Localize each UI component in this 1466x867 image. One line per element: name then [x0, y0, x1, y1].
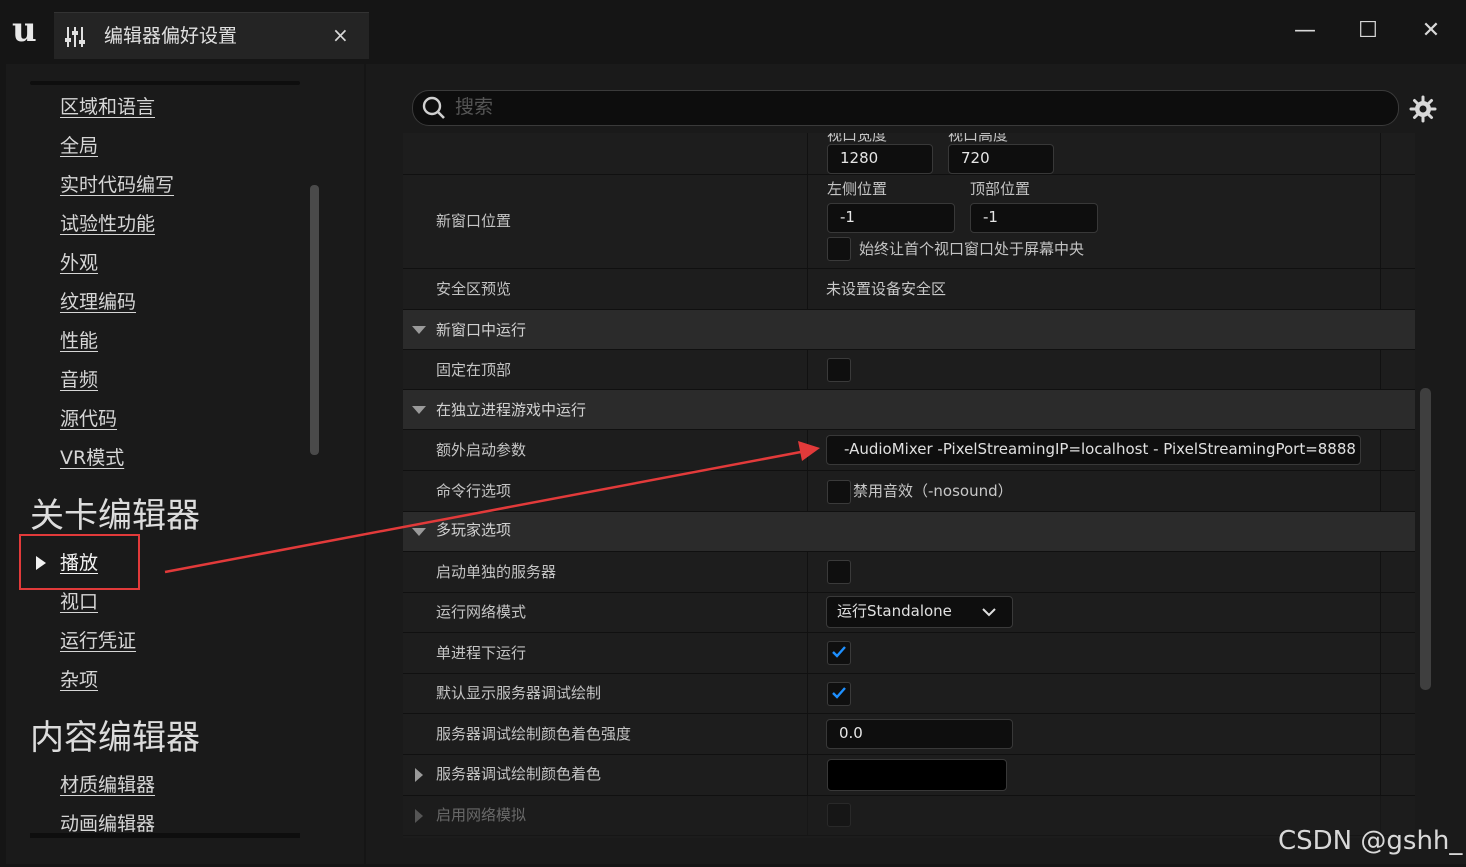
collapse-arrow-icon[interactable] [412, 528, 426, 536]
checkmark-icon [832, 646, 846, 658]
viewport-height-field[interactable]: 720 [948, 144, 1054, 174]
search-box[interactable]: 搜索 [412, 90, 1399, 126]
nav-item-experimental[interactable]: 试验性功能 [60, 211, 155, 237]
nav-item-viewport[interactable]: 视口 [60, 589, 98, 615]
category-standalone-label: 在独立进程游戏中运行 [436, 401, 587, 419]
nav-item-texture-encoding[interactable]: 纹理编码 [60, 289, 136, 315]
nav-item-performance[interactable]: 性能 [60, 328, 98, 354]
row-launch-server: 启动单独的服务器 [403, 552, 1415, 593]
launch-server-label: 启动单独的服务器 [436, 563, 557, 581]
details-scrollbar[interactable] [1420, 388, 1431, 690]
collapse-arrow-icon[interactable] [412, 406, 426, 414]
divider [30, 833, 300, 838]
launch-server-checkbox[interactable] [827, 560, 851, 584]
sliders-icon [64, 25, 90, 49]
net-mode-dropdown[interactable]: 运行Standalone [826, 596, 1013, 628]
nav-item-material-editor[interactable]: 材质编辑器 [60, 772, 155, 798]
row-tint-color: 服务器调试绘制颜色着色 [403, 755, 1415, 796]
left-position-field[interactable]: -1 [827, 203, 955, 233]
selected-arrow-icon [36, 556, 46, 570]
center-window-label: 始终让首个视口窗口处于屏幕中央 [859, 240, 1085, 258]
viewport-width-field[interactable]: 1280 [827, 144, 933, 174]
search-input[interactable]: 搜索 [455, 93, 493, 121]
single-process-checkbox[interactable] [827, 641, 851, 665]
safe-zone-label: 安全区预览 [436, 280, 512, 298]
net-mode-label: 运行网络模式 [436, 603, 527, 621]
always-on-top-label: 固定在顶部 [436, 361, 512, 379]
nav-item-global[interactable]: 全局 [60, 133, 98, 159]
extra-launch-params-field[interactable]: -AudioMixer -PixelStreamingIP=localhost … [826, 435, 1361, 465]
row-single-process: 单进程下运行 [403, 633, 1415, 674]
row-show-server-debug: 默认显示服务器调试绘制 [403, 674, 1415, 714]
left-position-label: 左侧位置 [827, 180, 888, 198]
row-extra-launch-params: 额外启动参数 -AudioMixer -PixelStreamingIP=loc… [403, 430, 1415, 471]
maximize-button[interactable]: ☐ [1348, 14, 1388, 48]
nav-item-appearance[interactable]: 外观 [60, 250, 98, 276]
unreal-logo-icon[interactable]: u [12, 10, 48, 50]
nav-item-live-coding[interactable]: 实时代码编写 [60, 172, 174, 198]
tab-editor-preferences[interactable]: 编辑器偏好设置 × [54, 12, 369, 59]
nav-item-run-credentials[interactable]: 运行凭证 [60, 628, 136, 654]
top-position-label: 顶部位置 [970, 180, 1031, 198]
row-net-mode: 运行网络模式 运行Standalone [403, 593, 1415, 633]
category-new-window[interactable]: 新窗口中运行 [403, 310, 1415, 350]
watermark: CSDN @gshh_ [1278, 826, 1463, 856]
settings-grid: 视口宽度 视口高度 1280 720 新窗口位置 左侧位置 顶部位置 -1 -1… [403, 133, 1415, 838]
nav-item-play[interactable]: 播放 [60, 550, 98, 576]
nav-item-region-language[interactable]: 区域和语言 [60, 94, 155, 120]
top-position-field[interactable]: -1 [970, 203, 1098, 233]
row-viewport-size: 视口宽度 视口高度 1280 720 [403, 133, 1415, 175]
new-window-position-label: 新窗口位置 [436, 212, 512, 230]
category-new-window-label: 新窗口中运行 [436, 321, 527, 339]
nav-item-audio[interactable]: 音频 [60, 367, 98, 393]
expand-arrow-icon[interactable] [415, 809, 423, 823]
left-scrollbar[interactable] [310, 185, 319, 455]
cmdline-options-label: 命令行选项 [436, 482, 512, 500]
nav-item-misc[interactable]: 杂项 [60, 667, 98, 693]
row-always-on-top: 固定在顶部 [403, 350, 1415, 390]
tab-title: 编辑器偏好设置 [104, 25, 238, 47]
nav-item-vr-mode[interactable]: VR模式 [60, 445, 124, 471]
tint-strength-label: 服务器调试绘制颜色着色强度 [436, 725, 632, 743]
expand-arrow-icon[interactable] [415, 768, 423, 782]
show-server-debug-label: 默认显示服务器调试绘制 [436, 684, 602, 702]
category-multiplayer[interactable]: 多玩家选项 [403, 512, 1415, 552]
nav-item-source-code[interactable]: 源代码 [60, 406, 117, 432]
checkmark-icon [832, 687, 846, 699]
show-server-debug-checkbox[interactable] [827, 682, 851, 706]
chevron-down-icon [982, 608, 996, 617]
section-title-content-editor: 内容编辑器 [30, 718, 200, 758]
search-icon [421, 95, 447, 121]
nosound-checkbox[interactable] [827, 480, 851, 504]
tint-color-swatch[interactable] [827, 759, 1007, 791]
tint-color-label: 服务器调试绘制颜色着色 [436, 765, 602, 783]
row-cmdline-options: 命令行选项 禁用音效（-nosound） [403, 471, 1415, 512]
category-standalone[interactable]: 在独立进程游戏中运行 [403, 390, 1415, 430]
row-tint-strength: 服务器调试绘制颜色着色强度 0.0 [403, 714, 1415, 755]
net-emulation-label: 启用网络模拟 [436, 806, 527, 824]
divider [30, 81, 300, 85]
tint-strength-field[interactable]: 0.0 [826, 719, 1013, 749]
section-title-level-editor: 关卡编辑器 [30, 496, 200, 536]
always-on-top-checkbox[interactable] [827, 358, 851, 382]
nosound-label: 禁用音效（-nosound） [853, 482, 1013, 500]
collapse-arrow-icon[interactable] [412, 326, 426, 334]
center-window-checkbox[interactable] [827, 237, 851, 261]
single-process-label: 单进程下运行 [436, 644, 527, 662]
row-safe-zone: 安全区预览 未设置设备安全区 [403, 269, 1415, 310]
safe-zone-value: 未设置设备安全区 [826, 280, 947, 298]
extra-launch-params-label: 额外启动参数 [436, 441, 527, 459]
gear-icon[interactable] [1408, 94, 1438, 124]
close-window-button[interactable]: ✕ [1411, 14, 1451, 48]
net-mode-value: 运行Standalone [837, 602, 952, 620]
close-tab-icon[interactable]: × [332, 22, 349, 48]
net-emulation-checkbox[interactable] [827, 803, 851, 827]
row-net-emulation: 启用网络模拟 [403, 796, 1415, 836]
row-new-window-position: 新窗口位置 左侧位置 顶部位置 -1 -1 始终让首个视口窗口处于屏幕中央 [403, 175, 1415, 269]
minimize-button[interactable]: — [1285, 14, 1325, 48]
category-multiplayer-label: 多玩家选项 [436, 521, 512, 539]
